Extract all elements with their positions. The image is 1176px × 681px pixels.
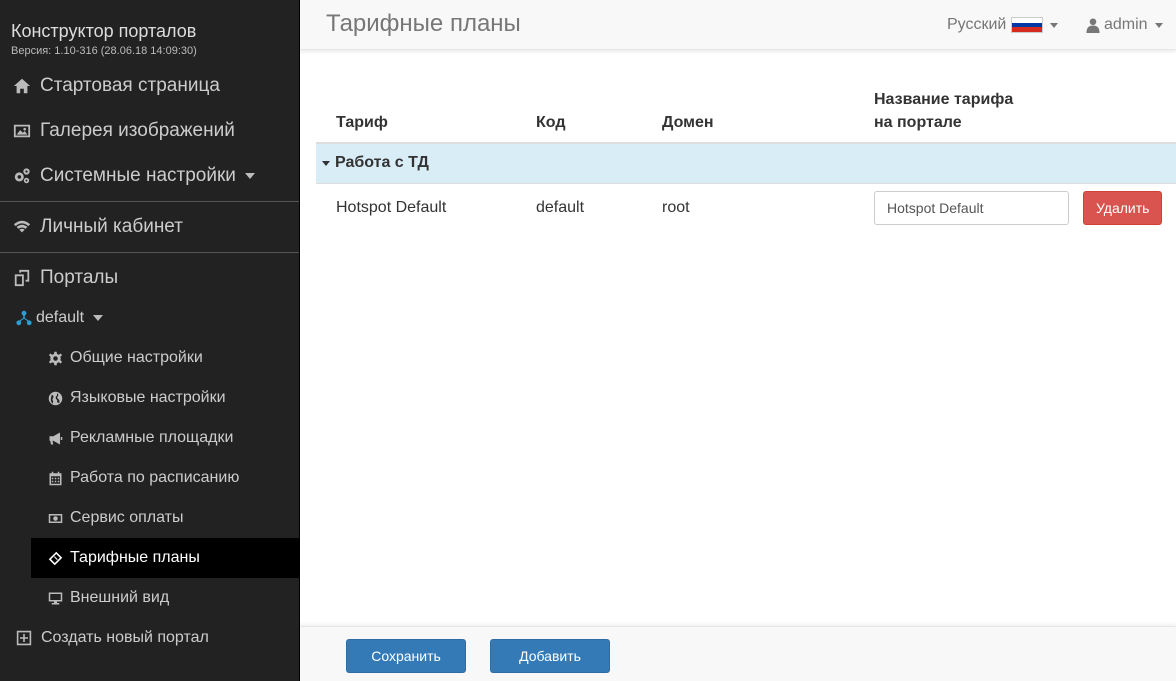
chevron-down-icon — [1154, 22, 1163, 28]
sidebar-item-create-portal[interactable]: Создать новый портал — [0, 620, 299, 656]
brand-version: Версия: 1.10-316 (28.06.18 14:09:30) — [11, 45, 197, 57]
brand: Конструктор порталов Версия: 1.10-316 (2… — [11, 20, 197, 58]
cell-portal-name: Удалить — [854, 183, 1176, 233]
divider — [0, 201, 299, 202]
desktop-icon — [47, 590, 63, 606]
sidebar-item-label: Личный кабинет — [40, 216, 183, 237]
user-icon — [1086, 17, 1100, 33]
column-header-code: Код — [516, 80, 642, 144]
sidebar-item-label: Создать новый портал — [41, 629, 209, 646]
russian-flag-icon — [1011, 17, 1044, 33]
cell-code: default — [536, 199, 585, 217]
gear-icon — [47, 350, 63, 366]
sidebar-item-label: Сервис оплаты — [70, 509, 184, 526]
sidebar-item-label: Системные настройки — [40, 165, 236, 186]
bullhorn-icon — [47, 430, 63, 446]
divider — [0, 252, 299, 253]
chevron-down-icon — [244, 173, 255, 179]
page-title: Тарифные планы — [326, 10, 521, 37]
sidebar-item-payment-service[interactable]: Сервис оплаты — [0, 498, 299, 538]
sidebar-item-label: Стартовая страница — [40, 75, 220, 96]
wifi-icon — [12, 217, 32, 237]
column-header-portal-name: Название тарифа на портале — [854, 80, 1176, 144]
language-dropdown[interactable]: Русский — [947, 16, 1059, 34]
table-header-row: Тариф Код Домен Название тарифа на порта… — [316, 80, 1176, 144]
money-icon — [47, 510, 63, 526]
sidebar-item-portals[interactable]: Порталы — [0, 258, 299, 298]
top-navbar: Тарифные планы Русский admin — [300, 0, 1176, 50]
chevron-down-icon — [1050, 22, 1059, 28]
sidebar-item-label: Языковые настройки — [70, 389, 226, 406]
cell-domain: root — [662, 199, 690, 217]
sidebar-item-label: Общие настройки — [70, 349, 203, 366]
table-row: Hotspot Default default root Удалить — [316, 183, 1176, 233]
sidebar-item-label: Внешний вид — [70, 589, 170, 606]
home-icon — [12, 76, 32, 96]
delete-button[interactable]: Удалить — [1083, 191, 1163, 226]
sidebar: Конструктор порталов Версия: 1.10-316 (2… — [0, 0, 300, 681]
group-cell[interactable]: Работа с ТД — [316, 143, 1176, 184]
ticket-icon — [47, 550, 63, 566]
sidebar-item-language-settings[interactable]: Языковые настройки — [0, 378, 299, 418]
language-label: Русский — [947, 16, 1007, 33]
sidebar-item-appearance[interactable]: Внешний вид — [0, 578, 299, 618]
portal-name-input[interactable] — [874, 191, 1069, 226]
sitemap-icon — [16, 310, 32, 326]
footer-bar: Сохранить Добавить — [300, 626, 1176, 681]
user-name: admin — [1104, 16, 1148, 33]
caret-down-icon — [322, 160, 330, 166]
cell-tariff: Hotspot Default — [336, 199, 447, 217]
globe-icon — [47, 390, 63, 406]
main-content: Тариф Код Домен Название тарифа на порта… — [316, 80, 1176, 233]
brand-title[interactable]: Конструктор порталов — [11, 20, 197, 42]
column-header-tariff: Тариф — [316, 80, 516, 144]
chevron-down-icon — [93, 315, 104, 321]
plus-square-icon — [16, 630, 32, 646]
sidebar-item-tariff-plans[interactable]: Тарифные планы — [31, 538, 299, 578]
sidebar-item-portal-default[interactable]: default — [0, 300, 299, 336]
sidebar-item-system-settings[interactable]: Системные настройки — [0, 156, 299, 196]
tariff-table: Тариф Код Домен Название тарифа на порта… — [316, 80, 1176, 233]
sidebar-item-label: Галерея изображений — [40, 120, 235, 141]
sidebar-item-label: Тарифные планы — [70, 549, 200, 566]
sidebar-item-label: default — [36, 309, 85, 326]
column-header-domain: Домен — [642, 80, 854, 144]
calendar-icon — [47, 470, 63, 486]
sidebar-item-schedule[interactable]: Работа по расписанию — [0, 458, 299, 498]
user-dropdown[interactable]: admin — [1086, 16, 1163, 34]
group-row[interactable]: Работа с ТД — [316, 143, 1176, 184]
sidebar-item-gallery[interactable]: Галерея изображений — [0, 111, 299, 151]
image-icon — [12, 121, 32, 141]
group-label: Работа с ТД — [335, 154, 429, 172]
copy-icon — [12, 268, 32, 288]
sidebar-item-personal-cabinet[interactable]: Личный кабинет — [0, 207, 299, 247]
cogs-icon — [12, 166, 32, 186]
sidebar-item-label: Рекламные площадки — [70, 429, 234, 446]
add-button[interactable]: Добавить — [490, 639, 610, 673]
sidebar-item-ad-platforms[interactable]: Рекламные площадки — [0, 418, 299, 458]
sidebar-item-start-page[interactable]: Стартовая страница — [0, 66, 299, 106]
save-button[interactable]: Сохранить — [346, 639, 466, 673]
sidebar-item-label: Порталы — [40, 267, 119, 288]
sidebar-item-label: Работа по расписанию — [70, 469, 240, 486]
sidebar-item-general-settings[interactable]: Общие настройки — [0, 338, 299, 378]
